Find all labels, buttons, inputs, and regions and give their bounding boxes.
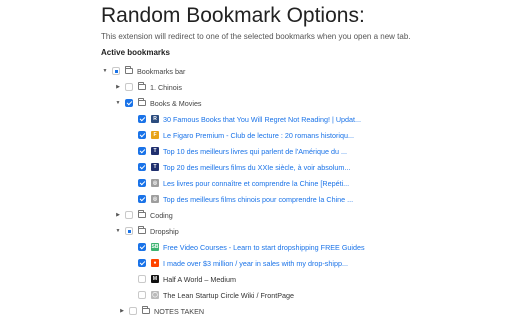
- folder-label: Books & Movies: [150, 98, 202, 108]
- folder-icon: [138, 82, 146, 90]
- favicon-icon: T: [151, 147, 159, 155]
- bookmark-checkbox[interactable]: [138, 131, 146, 139]
- bookmark-link[interactable]: Free Video Courses - Learn to start drop…: [163, 243, 365, 252]
- bookmark-link[interactable]: I made over $3 million / year in sales w…: [163, 259, 348, 268]
- bookmark-row: ◎ Les livres pour connaître et comprendre…: [127, 177, 349, 189]
- bookmark-checkbox[interactable]: [138, 291, 146, 299]
- folder-icon: [138, 210, 146, 218]
- folder-icon: [142, 306, 150, 314]
- folder-label: Bookmarks bar: [137, 66, 186, 76]
- favicon-icon: R: [151, 115, 159, 123]
- bookmark-checkbox[interactable]: [112, 67, 120, 75]
- favicon-icon: F: [151, 131, 159, 139]
- bookmark-link[interactable]: Half A World – Medium: [163, 275, 236, 284]
- folder-row: ▶ Coding: [114, 209, 173, 221]
- folder-label: NOTES TAKEN: [154, 306, 205, 316]
- folder-row: ▶ NOTES TAKEN: [118, 305, 204, 317]
- folder-label: 1. Chinois: [150, 82, 182, 92]
- bookmark-checkbox[interactable]: [125, 211, 133, 219]
- favicon-icon: SB: [151, 243, 159, 251]
- bookmark-checkbox[interactable]: [125, 227, 133, 235]
- caret-down-icon[interactable]: ▼: [101, 65, 109, 77]
- bookmark-checkbox[interactable]: [138, 275, 146, 283]
- bookmark-checkbox[interactable]: [138, 179, 146, 187]
- bookmark-row: ◎ Top des meilleurs films chinois pour co…: [127, 193, 353, 205]
- bookmark-link[interactable]: Le Figaro Premium - Club de lecture : 20…: [163, 131, 354, 140]
- bookmark-link[interactable]: Les livres pour connaître et comprendre …: [163, 179, 349, 188]
- bookmark-checkbox[interactable]: [138, 195, 146, 203]
- folder-row: ▼ Books & Movies: [114, 97, 202, 109]
- bookmark-checkbox[interactable]: [138, 259, 146, 267]
- page-description: This extension will redirect to one of t…: [101, 32, 411, 41]
- favicon-icon: ●: [151, 259, 159, 267]
- folder-row: ▶ 1. Chinois: [114, 81, 182, 93]
- folder-row: ▼ Bookmarks bar: [101, 65, 185, 77]
- folder-icon: [125, 66, 133, 74]
- bookmark-checkbox[interactable]: [125, 99, 133, 107]
- folder-icon: [138, 98, 146, 106]
- bookmark-row: R 30 Famous Books that You Will Regret No…: [127, 113, 361, 125]
- bookmark-checkbox[interactable]: [138, 243, 146, 251]
- bookmark-link[interactable]: Top 20 des meilleurs films du XXIe siècl…: [163, 163, 350, 172]
- caret-down-icon[interactable]: ▼: [114, 225, 122, 237]
- bookmark-row: T Top 20 des meilleurs films du XXIe sièc…: [127, 161, 350, 173]
- folder-label: Dropship: [150, 226, 179, 236]
- favicon-icon: ◎: [151, 195, 159, 203]
- favicon-icon: T: [151, 163, 159, 171]
- caret-down-icon[interactable]: ▼: [114, 97, 122, 109]
- favicon-icon: M: [151, 275, 159, 283]
- bookmark-link[interactable]: 30 Famous Books that You Will Regret Not…: [163, 115, 361, 124]
- bookmark-row: SB Free Video Courses - Learn to start dr…: [127, 241, 365, 253]
- bookmark-link[interactable]: Top des meilleurs films chinois pour com…: [163, 195, 353, 204]
- bookmark-row: F Le Figaro Premium - Club de lecture : 2…: [127, 129, 354, 141]
- section-label-active-bookmarks: Active bookmarks: [101, 48, 170, 57]
- bookmark-row: T Top 10 des meilleurs livres qui parlent…: [127, 145, 347, 157]
- bookmark-row: ◯ The Lean Startup Circle Wiki / FrontPag…: [127, 289, 294, 301]
- favicon-icon: ◯: [151, 291, 159, 299]
- bookmark-link[interactable]: Top 10 des meilleurs livres qui parlent …: [163, 147, 347, 156]
- caret-right-icon[interactable]: ▶: [114, 81, 122, 93]
- bookmark-checkbox[interactable]: [138, 115, 146, 123]
- bookmark-row: ● I made over $3 million / year in sales …: [127, 257, 348, 269]
- bookmark-checkbox[interactable]: [138, 163, 146, 171]
- folder-icon: [138, 226, 146, 234]
- page-title: Random Bookmark Options:: [101, 4, 365, 27]
- favicon-icon: ◎: [151, 179, 159, 187]
- folder-row: ▼ Dropship: [114, 225, 179, 237]
- caret-right-icon[interactable]: ▶: [114, 209, 122, 221]
- folder-label: Coding: [150, 210, 173, 220]
- bookmark-checkbox[interactable]: [125, 83, 133, 91]
- caret-right-icon[interactable]: ▶: [118, 305, 126, 317]
- bookmark-link[interactable]: The Lean Startup Circle Wiki / FrontPage: [163, 291, 294, 300]
- bookmark-checkbox[interactable]: [129, 307, 137, 315]
- bookmark-row: M Half A World – Medium: [127, 273, 236, 285]
- bookmark-checkbox[interactable]: [138, 147, 146, 155]
